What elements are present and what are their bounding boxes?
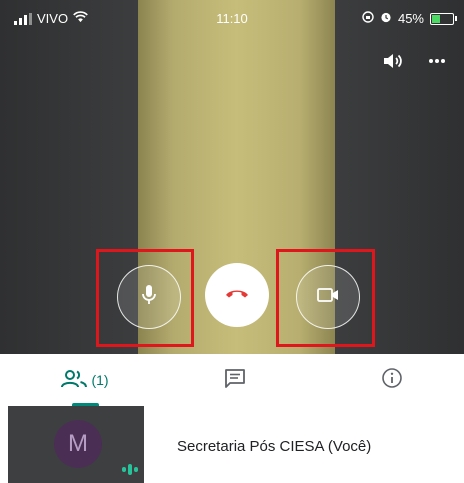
alarm-icon — [380, 11, 392, 26]
info-icon — [381, 367, 403, 394]
tab-bar: (1) — [0, 354, 464, 407]
end-call-button[interactable] — [205, 263, 269, 327]
microphone-highlight-box — [96, 249, 194, 347]
status-right: 45% — [362, 11, 457, 26]
voice-activity-icon — [122, 464, 138, 475]
end-call-icon — [224, 286, 250, 304]
participant-name: Secretaria Pós CIESA (Você) — [177, 438, 372, 455]
battery-icon — [430, 12, 457, 25]
more-icon[interactable] — [428, 58, 446, 64]
participant-thumbnail: M — [8, 406, 144, 483]
people-icon — [61, 369, 88, 392]
status-bar: VIVO 11:10 45% — [0, 0, 464, 42]
chat-icon — [224, 368, 246, 393]
camera-highlight-box — [276, 249, 375, 347]
tab-people[interactable]: (1) — [40, 354, 130, 406]
tab-info[interactable] — [352, 354, 432, 406]
lock-rotation-icon — [362, 11, 374, 26]
speaker-icon[interactable] — [382, 52, 402, 70]
battery-fill — [432, 14, 441, 23]
tab-chat[interactable] — [195, 354, 275, 406]
top-actions — [382, 52, 446, 70]
participant-row[interactable]: M Secretaria Pós CIESA (Você) — [0, 406, 464, 483]
avatar: M — [54, 420, 102, 468]
people-count: (1) — [91, 372, 109, 388]
battery-percent: 45% — [397, 11, 424, 26]
